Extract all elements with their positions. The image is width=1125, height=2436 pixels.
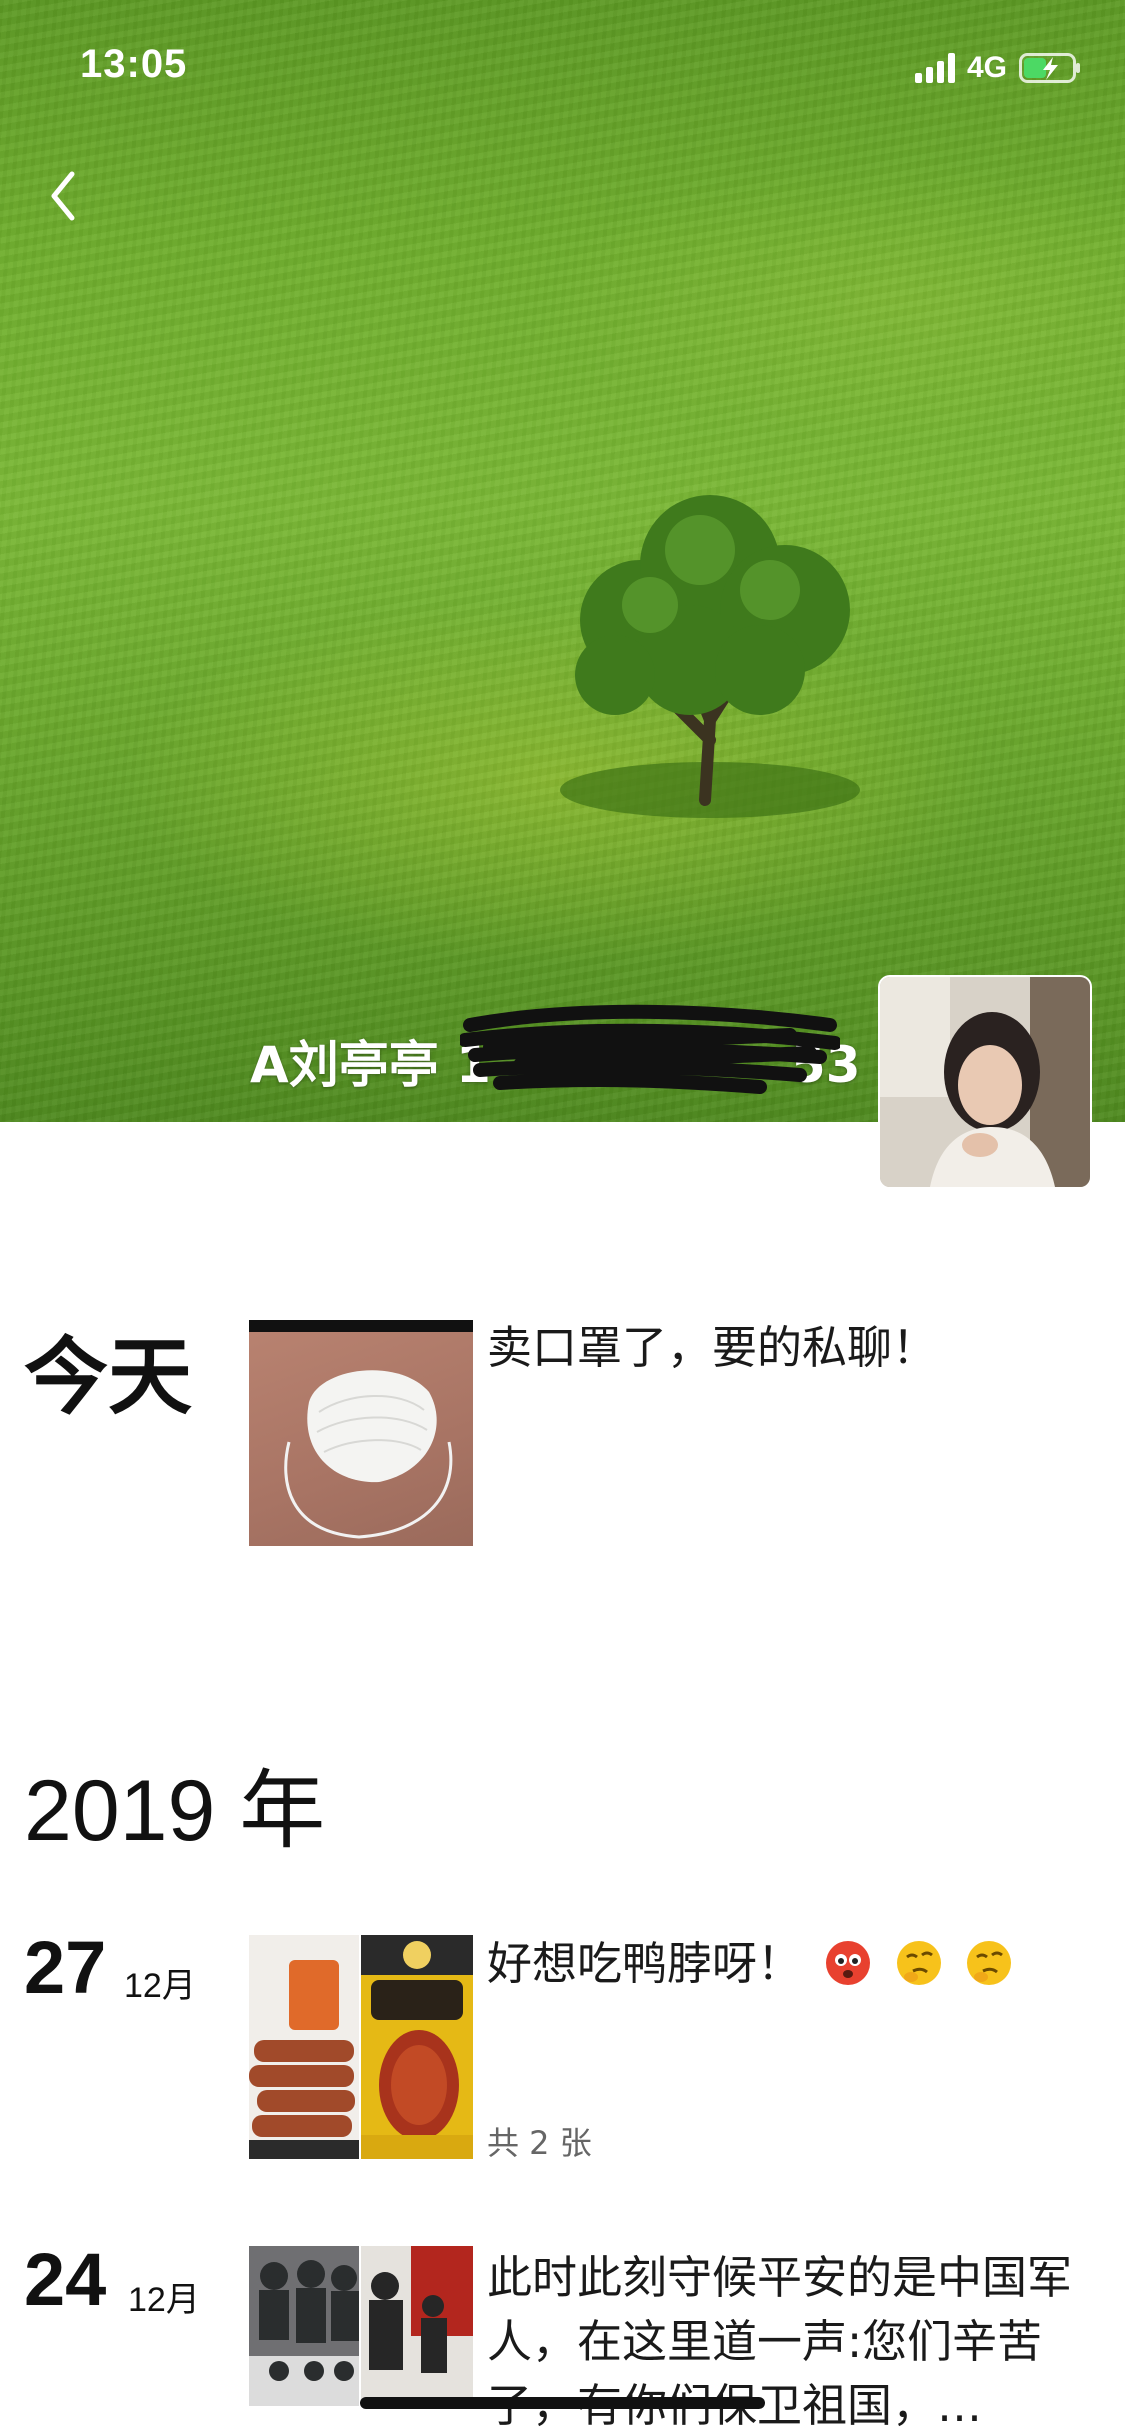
battery-charging-icon [1019, 53, 1080, 83]
post-month: 12月 [124, 1967, 196, 2005]
mask-illustration [284, 1370, 453, 1539]
snack-pack-illustration [361, 1935, 473, 2159]
post-image-snack-pack[interactable] [361, 1935, 473, 2159]
post-month: 12月 [128, 2281, 200, 2319]
status-time: 13:05 [80, 42, 188, 86]
post-image-soldiers-1[interactable] [249, 2246, 359, 2436]
status-bar-right: 4G [914, 48, 1081, 88]
duck-neck-illustration [249, 1935, 359, 2159]
cover-photo[interactable]: 13:05 4G A刘亭亭 1 53 [0, 0, 1125, 1122]
post-day: 24 [24, 2238, 107, 2321]
avatar[interactable] [878, 975, 1092, 1189]
thinking-face-emoji [966, 1941, 1011, 1985]
year-label: 2019 年 [24, 1763, 326, 1859]
back-chevron-icon[interactable] [40, 160, 90, 230]
post-text[interactable]: 卖口罩了，要的私聊！ [487, 1316, 1097, 1380]
network-type: 4G [966, 51, 1007, 84]
post-text-content: 好想吃鸭脖呀！ [487, 1937, 803, 1990]
tree-illustration [560, 495, 860, 818]
today-label: 今天 [24, 1328, 193, 1426]
home-indicator[interactable] [360, 2397, 765, 2409]
angry-face-emoji [826, 1941, 871, 1985]
post-text[interactable]: 好想吃鸭脖呀！ [487, 1932, 1097, 1996]
thinking-face-emoji [896, 1941, 941, 1985]
profile-name-text: A刘亭亭 1 [250, 1036, 491, 1094]
image-count: 共 2 张 [487, 2124, 592, 2162]
redaction-scribble [460, 1004, 840, 1094]
post-image-mask[interactable] [249, 1320, 473, 1546]
avatar-portrait [880, 977, 1090, 1187]
signal-icon [914, 53, 955, 83]
soldiers-illustration [249, 2246, 359, 2436]
post-day: 27 [24, 1926, 107, 2009]
post-image-duck-neck[interactable] [249, 1935, 359, 2159]
